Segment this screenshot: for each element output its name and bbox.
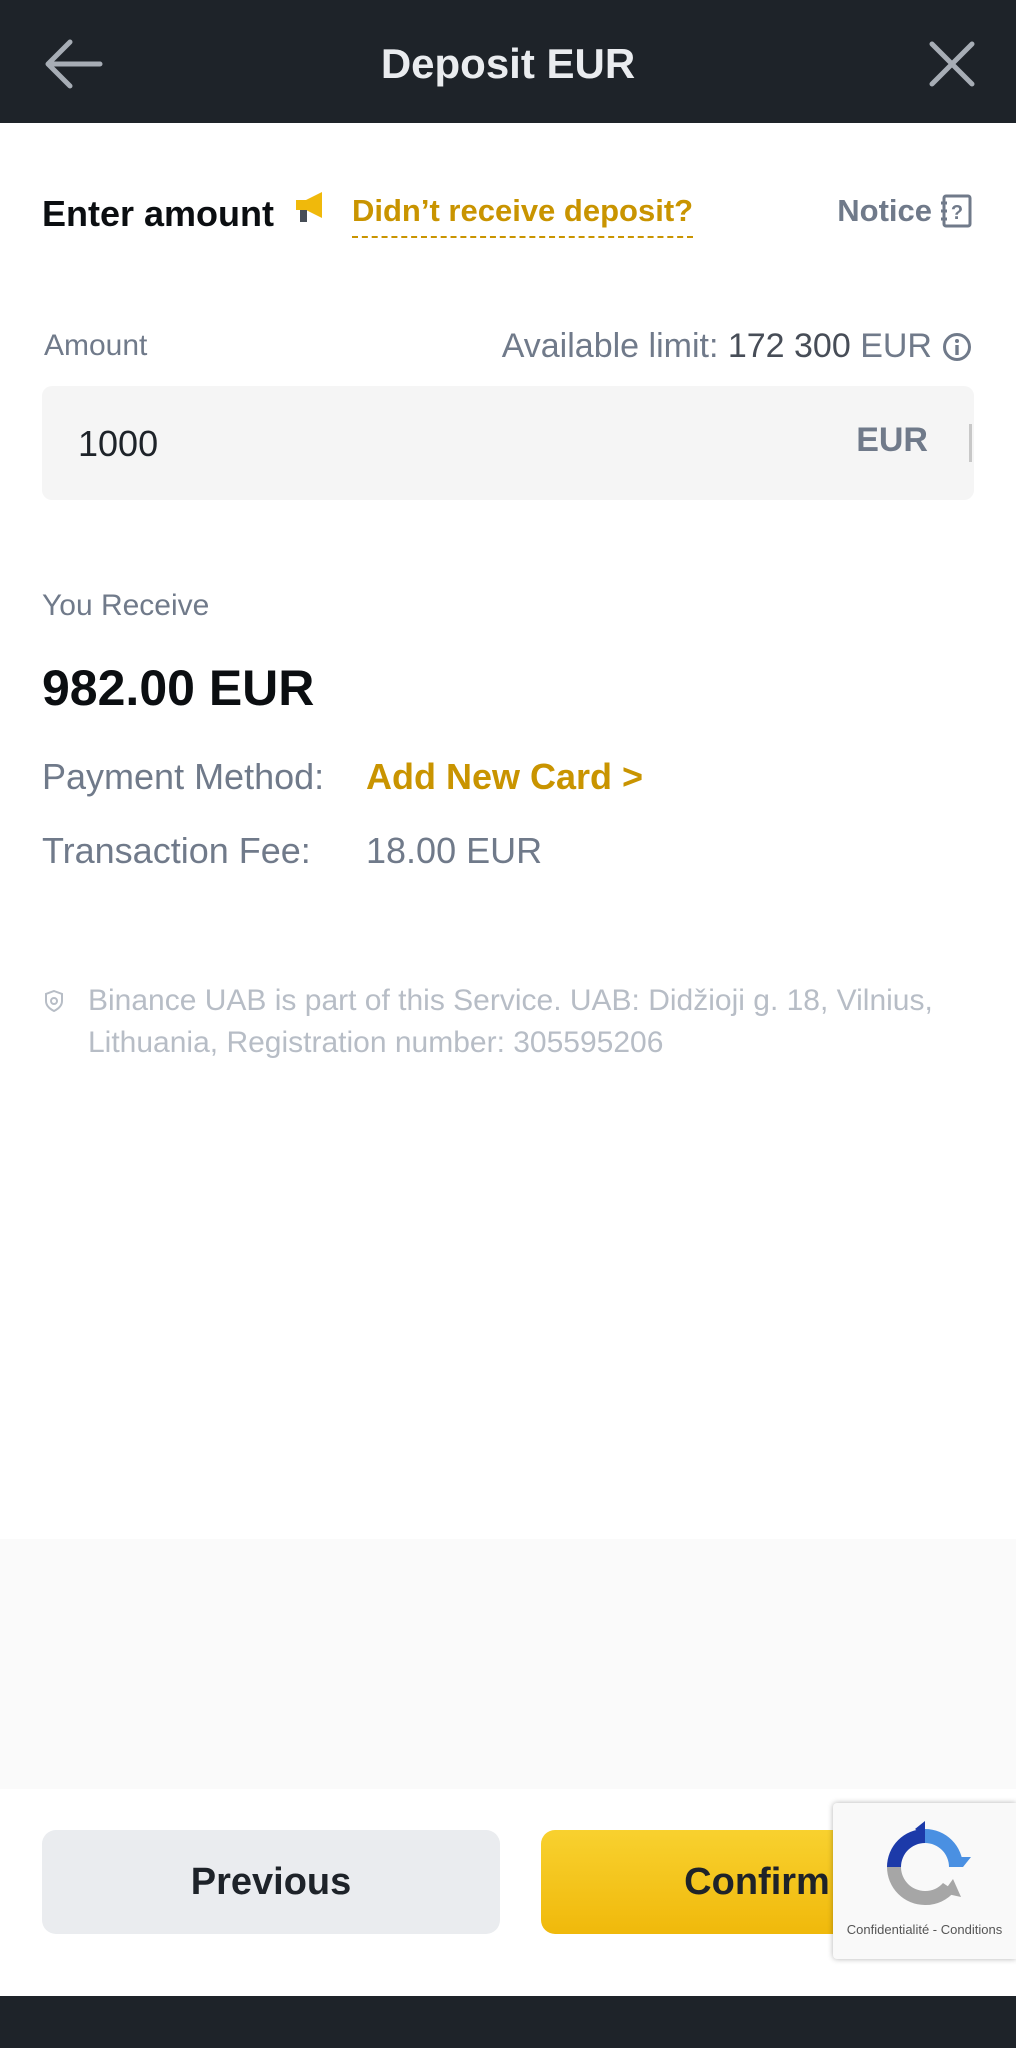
add-new-card-link[interactable]: Add New Card > (366, 754, 643, 800)
transaction-fee-value: 18.00 EUR (366, 830, 543, 871)
info-icon[interactable] (942, 332, 972, 362)
notice-link[interactable]: Notice (837, 190, 932, 232)
bottom-bar (0, 1996, 1016, 2048)
megaphone-icon (296, 192, 322, 222)
recaptcha-icon (887, 1821, 971, 1906)
shield-icon (45, 990, 63, 1012)
recaptcha-separator: - (932, 1922, 938, 1937)
available-limit-value: 172 300 (727, 327, 851, 365)
available-limit: Available limit: 172 300 EUR (502, 324, 932, 368)
section-title: Enter amount (42, 193, 275, 234)
legal-disclaimer: Binance UAB is part of this Service. UAB… (88, 984, 933, 1059)
didnt-receive-deposit-link[interactable]: Didn’t receive deposit? (352, 190, 694, 238)
recaptcha-privacy-link[interactable]: Confidentialité (847, 1922, 929, 1937)
you-receive-label: You Receive (42, 589, 210, 622)
you-receive-value: 982.00 EUR (42, 660, 315, 716)
amount-input[interactable] (76, 416, 780, 472)
svg-text:?: ? (951, 202, 963, 224)
question-book-icon[interactable]: ? (940, 194, 972, 228)
available-limit-label: Available limit: (501, 327, 719, 365)
recaptcha-terms-link[interactable]: Conditions (941, 1922, 1002, 1937)
previous-button[interactable]: Previous (42, 1830, 500, 1934)
transaction-fee-label: Transaction Fee: (42, 830, 311, 871)
payment-method-label: Payment Method: (42, 756, 325, 797)
amount-field[interactable]: EUR (42, 386, 974, 500)
page-title: Deposit EUR (380, 40, 636, 87)
header-bar: Deposit EUR (0, 0, 1016, 123)
recaptcha-badge[interactable]: Confidentialité - Conditions (833, 1803, 1016, 1959)
amount-label: Amount (44, 329, 148, 362)
recaptcha-links: Confidentialité - Conditions (833, 1921, 1016, 1939)
scroll-indicator (969, 424, 972, 462)
footer-background (0, 1539, 1016, 1789)
available-limit-currency: EUR (860, 327, 932, 365)
amount-currency: EUR (856, 421, 928, 459)
close-icon[interactable] (928, 40, 976, 88)
